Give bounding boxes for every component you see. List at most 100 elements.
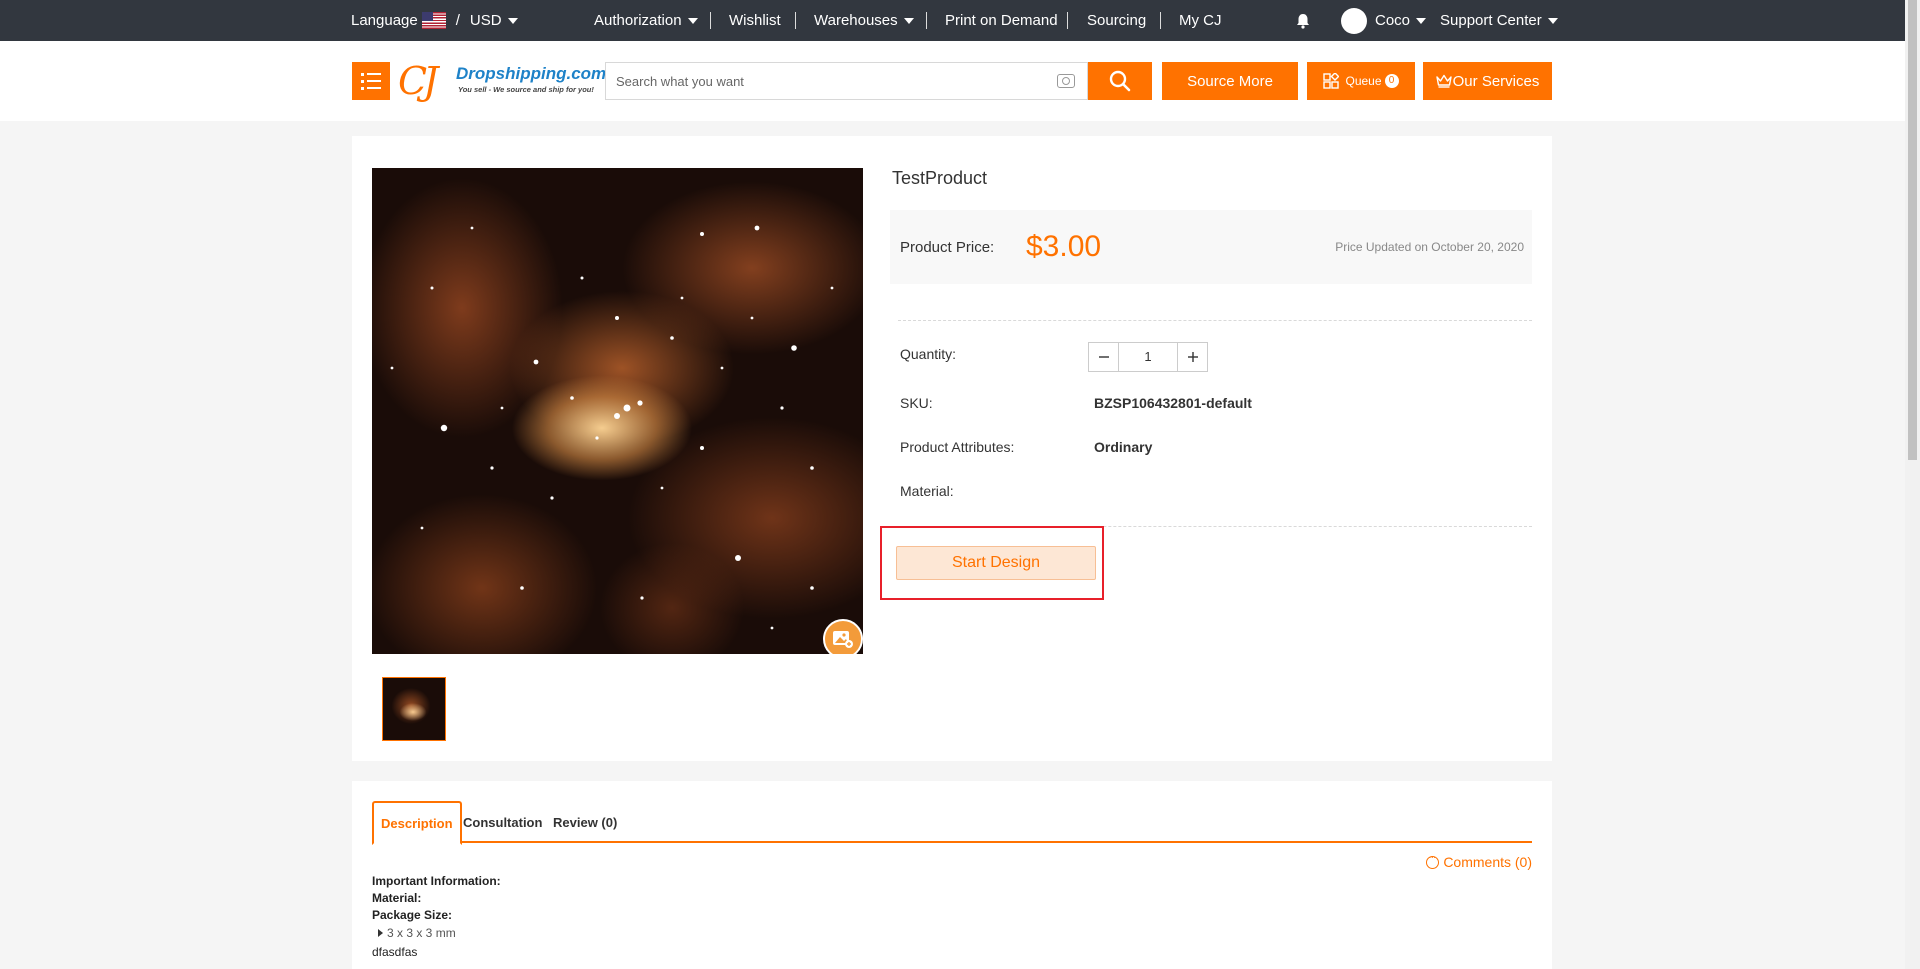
tab-consultation-label: Consultation [463,814,543,830]
start-design-highlight: Start Design [880,526,1104,600]
source-more-button[interactable]: Source More [1162,62,1298,100]
source-more-label: Source More [1187,72,1273,90]
our-services-button[interactable]: Our Services [1423,62,1552,100]
product-title: TestProduct [892,168,988,188]
nav-warehouses[interactable]: Warehouses [814,0,914,41]
sku-label: SKU: [900,395,933,411]
nav-divider [1160,12,1161,29]
tab-description[interactable]: Description [372,801,462,845]
nav-authorization[interactable]: Authorization [594,0,698,41]
logo-mark: CJ [398,59,438,103]
search-box [605,62,1088,100]
cj-logo[interactable]: CJ Dropshipping.com You sell - We source… [398,59,606,103]
package-size-value: 3 x 3 x 3 mm [378,926,456,940]
sku-value: BZSP106432801-default [1094,395,1252,411]
search-icon [1109,70,1131,92]
crown-icon [1435,74,1452,88]
price-label: Product Price: [900,239,995,256]
start-design-button[interactable]: Start Design [896,546,1096,580]
start-design-label: Start Design [951,554,1041,571]
attributes-label: Product Attributes: [900,439,1015,455]
user-menu[interactable]: Coco [1341,0,1427,41]
tab-consultation[interactable]: Consultation [456,801,549,843]
minus-icon [1098,356,1109,358]
product-detail-card: TestProduct Product Price: $3.00 Price U… [352,136,1552,761]
increase-quantity-button[interactable] [1177,343,1207,371]
queue-count-badge: 0 [1384,74,1399,88]
caret-down-icon [903,17,914,24]
nav-wishlist-label: Wishlist [729,12,781,29]
product-thumbnail[interactable] [382,677,446,741]
quantity-label: Quantity: [900,346,957,362]
language-label: Language [351,12,418,29]
notification-bell[interactable] [1296,0,1310,41]
search-button[interactable] [1088,62,1152,100]
caret-down-icon [1547,17,1558,24]
nav-divider [795,12,796,29]
comment-icon [1426,852,1440,869]
avatar [1341,7,1367,34]
nav-warehouses-label: Warehouses [814,12,898,29]
category-menu-button[interactable] [352,62,390,100]
our-services-label: Our Services [1452,72,1540,90]
nav-sourcing[interactable]: Sourcing [1087,0,1146,41]
description-note: dfasdfas [372,945,418,959]
caret-down-icon [687,17,698,24]
triangle-right-icon [378,929,383,937]
bell-icon [1297,13,1309,29]
material-heading: Material: [372,891,422,905]
nav-print-on-demand-label: Print on Demand [945,12,1058,29]
plus-icon [1187,352,1198,362]
menu-icon [361,72,381,76]
logo-brand: Dropshipping.com [456,64,607,83]
comments-label: Comments (0) [1443,854,1532,870]
us-flag-icon [421,12,446,29]
customize-image-button[interactable] [823,619,863,654]
support-center-menu[interactable]: Support Center [1440,0,1558,41]
language-currency-selector[interactable]: Language / USD [351,0,518,41]
quantity-input[interactable]: 1 [1119,343,1177,371]
nav-divider [1067,12,1068,29]
tab-description-label: Description [381,815,453,831]
nav-sourcing-label: Sourcing [1087,12,1147,29]
site-header: CJ Dropshipping.com You sell - We source… [0,41,1905,121]
important-info-heading: Important Information: [372,874,501,888]
camera-icon[interactable] [1057,74,1075,88]
queue-label: Queue [1345,74,1382,88]
comments-link[interactable]: Comments (0) [1426,852,1532,870]
tab-review[interactable]: Review (0) [546,801,624,843]
nav-divider [710,12,711,29]
decrease-quantity-button[interactable] [1089,343,1119,371]
queue-button[interactable]: Queue 0 [1307,62,1415,100]
caret-down-icon [1416,17,1427,24]
image-edit-icon [833,631,853,648]
caret-down-icon [507,17,518,24]
product-description-card: Description Consultation Review (0) Comm… [352,781,1552,969]
description-tabs: Description Consultation Review (0) [372,801,1532,845]
slash-separator: / [455,12,460,29]
queue-icon [1323,73,1340,89]
material-label: Material: [900,483,954,499]
nebula-stars [390,225,834,630]
nav-print-on-demand[interactable]: Print on Demand [945,0,1058,41]
tab-review-label: Review (0) [553,814,618,830]
top-nav-bar: Language / USD Authorization Wishlist Wa… [0,0,1905,41]
price-updated: Price Updated on October 20, 2020 [1335,240,1524,254]
attributes-value: Ordinary [1094,439,1153,455]
product-main-image[interactable] [372,168,863,654]
logo-tagline: You sell - We source and ship for you! [458,85,594,94]
package-size-heading: Package Size: [372,908,453,922]
quantity-stepper: 1 [1088,342,1208,372]
nav-my-cj[interactable]: My CJ [1179,0,1222,41]
scrollbar-thumb[interactable] [1908,0,1917,460]
page-scrollbar[interactable] [1905,0,1920,969]
nav-wishlist[interactable]: Wishlist [729,0,781,41]
support-center-label: Support Center [1440,12,1542,29]
nav-my-cj-label: My CJ [1179,12,1222,29]
price-panel: Product Price: $3.00 Price Updated on Oc… [890,210,1532,284]
price-value: $3.00 [1026,230,1102,263]
search-input[interactable] [606,63,1046,99]
user-name: Coco [1375,12,1411,29]
nav-authorization-label: Authorization [594,12,682,29]
section-divider [898,320,1532,321]
